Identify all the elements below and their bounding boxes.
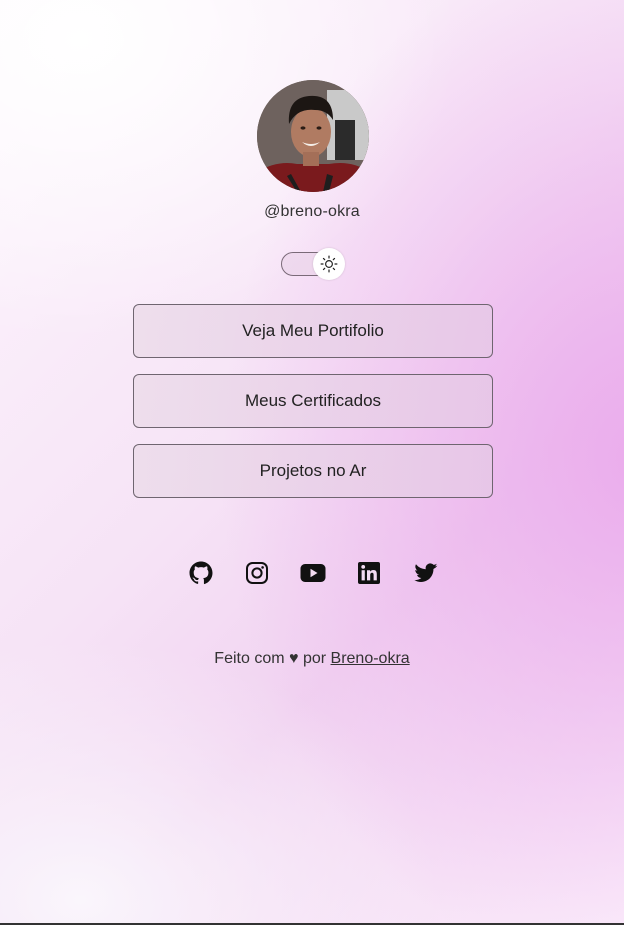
- linkedin-icon[interactable]: [357, 561, 381, 585]
- footer: Feito com ♥ por Breno-okra: [0, 650, 624, 668]
- theme-toggle[interactable]: [281, 248, 345, 280]
- footer-prefix: Feito com: [214, 650, 285, 667]
- certificates-button[interactable]: Meus Certificados: [133, 374, 493, 428]
- footer-by: por: [302, 650, 327, 667]
- sun-icon: [320, 255, 338, 273]
- page: @breno-okra Veja Meu Portifolio Meus Cer…: [0, 0, 624, 925]
- avatar: [257, 80, 369, 192]
- avatar-photo: [257, 80, 369, 192]
- username: @breno-okra: [264, 203, 360, 220]
- twitter-icon[interactable]: [413, 561, 438, 585]
- portfolio-button[interactable]: Veja Meu Portifolio: [133, 304, 493, 358]
- author-link[interactable]: Breno-okra: [331, 650, 410, 667]
- youtube-icon[interactable]: [300, 561, 326, 585]
- heart-icon: ♥: [289, 650, 299, 667]
- toggle-knob[interactable]: [313, 248, 345, 280]
- projects-button[interactable]: Projetos no Ar: [133, 444, 493, 498]
- social-links: [0, 561, 624, 587]
- instagram-icon[interactable]: [245, 561, 269, 585]
- github-icon[interactable]: [189, 561, 213, 585]
